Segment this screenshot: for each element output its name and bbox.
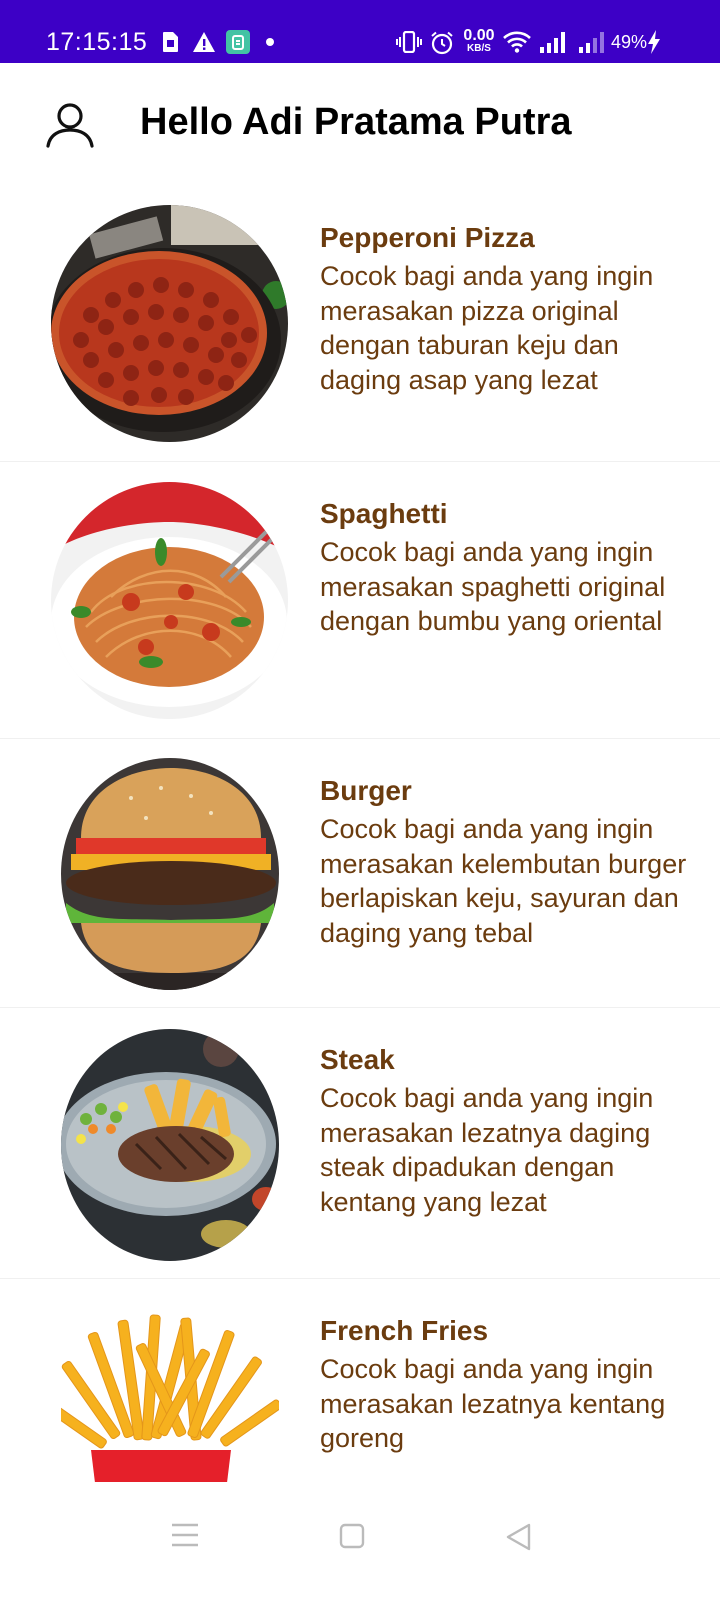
- food-list[interactable]: Pepperoni Pizza Cocok bagi anda yang ing…: [0, 185, 720, 1482]
- vibrate-icon: [396, 30, 422, 58]
- item-description: Cocok bagi anda yang ingin merasakan piz…: [320, 261, 654, 395]
- dot-icon: [266, 38, 274, 46]
- sim-card-icon: [161, 31, 179, 58]
- item-description: Cocok bagi anda yang ingin merasakan spa…: [320, 537, 666, 636]
- app-header: Hello Adi Pratama Putra: [0, 63, 720, 185]
- signal-icon: [539, 31, 569, 58]
- alarm-icon: [430, 31, 454, 60]
- battery-level: 49%: [611, 32, 648, 52]
- network-speed: 0.00 KB/S: [461, 28, 497, 54]
- status-bar: 17:15:15 0.00 KB/S 49%: [0, 0, 720, 63]
- network-speed-unit: KB/S: [467, 43, 491, 54]
- signal-weak-icon: [578, 31, 608, 58]
- list-item-spaghetti[interactable]: Spaghetti Cocok bagi anda yang ingin mer…: [0, 462, 720, 738]
- greeting-title: Hello Adi Pratama Putra: [140, 101, 572, 143]
- french-fries-image: [61, 1300, 279, 1482]
- status-time: 17:15:15: [46, 28, 148, 56]
- item-description: Cocok bagi anda yang ingin merasakan kel…: [320, 814, 687, 948]
- user-icon[interactable]: [46, 101, 94, 154]
- pepperoni-pizza-image: [51, 205, 288, 442]
- list-item-steak[interactable]: Steak Cocok bagi anda yang ingin merasak…: [0, 1008, 720, 1278]
- item-description: Cocok bagi anda yang ingin merasakan lez…: [320, 1354, 666, 1453]
- item-title: Spaghetti: [320, 498, 448, 529]
- item-description: Cocok bagi anda yang ingin merasakan lez…: [320, 1083, 654, 1217]
- list-item-french-fries[interactable]: French Fries Cocok bagi anda yang ingin …: [0, 1279, 720, 1482]
- navigation-bar: [0, 1482, 720, 1600]
- steak-image: [61, 1029, 279, 1261]
- warning-icon: [192, 31, 216, 58]
- item-title: Steak: [320, 1044, 395, 1075]
- spaghetti-image: [51, 482, 288, 719]
- burger-image: [61, 758, 279, 990]
- item-title: Pepperoni Pizza: [320, 222, 535, 253]
- item-title: Burger: [320, 775, 412, 806]
- home-icon[interactable]: [338, 1522, 366, 1555]
- menu-icon[interactable]: [170, 1522, 200, 1553]
- list-item-burger[interactable]: Burger Cocok bagi anda yang ingin merasa…: [0, 739, 720, 1007]
- charging-icon: [647, 30, 661, 59]
- wifi-icon: [503, 31, 531, 58]
- network-speed-value: 0.00: [463, 27, 495, 44]
- back-icon[interactable]: [504, 1522, 534, 1557]
- item-title: French Fries: [320, 1315, 489, 1346]
- app-notification-icon: [226, 30, 250, 59]
- list-item-pepperoni-pizza[interactable]: Pepperoni Pizza Cocok bagi anda yang ing…: [0, 185, 720, 461]
